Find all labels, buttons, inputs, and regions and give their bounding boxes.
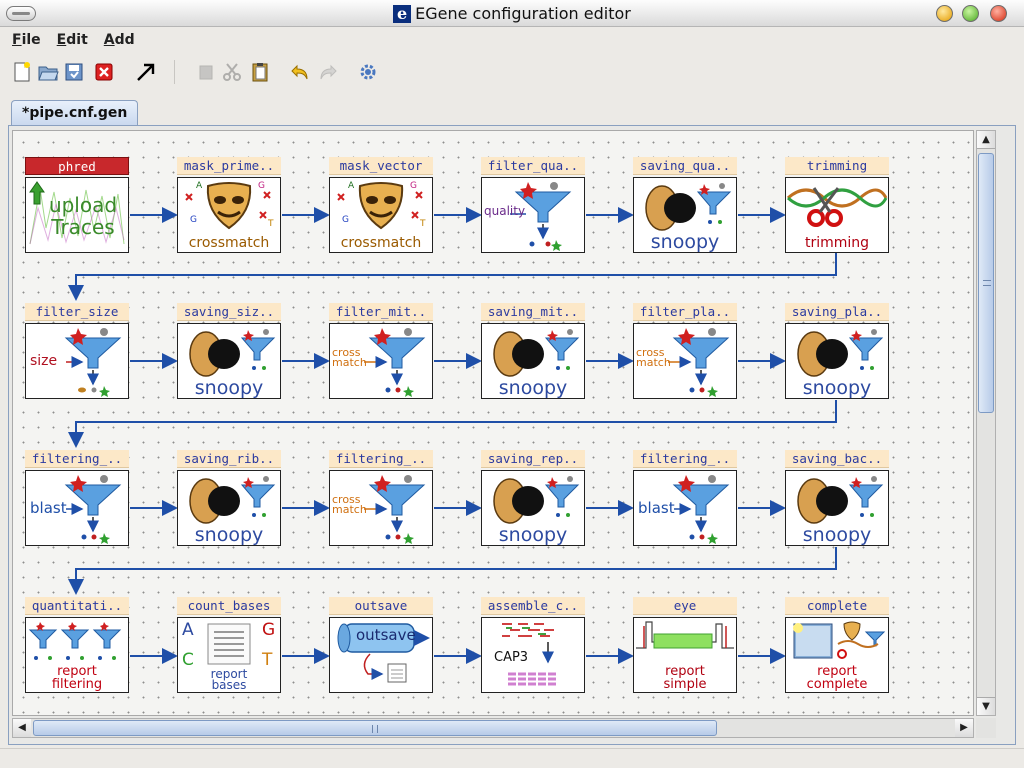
pipeline-node-assemble[interactable]: assemble_c.. CAP3 xyxy=(481,597,585,694)
vertical-scrollbar[interactable]: ▲ ▼ xyxy=(976,130,996,716)
pipeline-node-phred[interactable]: phred upload Traces xyxy=(25,157,129,254)
svg-text:T: T xyxy=(419,219,426,229)
pipeline-node-filtering-bacterial[interactable]: filtering_.. blast xyxy=(633,450,737,547)
title-bar: e EGene configuration editor xyxy=(0,0,1024,27)
undo-icon[interactable] xyxy=(288,60,312,84)
copy-icon[interactable] xyxy=(194,60,218,84)
horizontal-scrollbar[interactable]: ◀ ▶ xyxy=(12,718,974,738)
svg-text:A: A xyxy=(348,181,355,191)
pipeline-node-trimming[interactable]: trimming trimming xyxy=(785,157,889,254)
svg-text:A: A xyxy=(196,181,203,191)
connector xyxy=(68,253,837,301)
menu-bar: File Edit Add xyxy=(0,28,1024,52)
tab-pipe-file[interactable]: *pipe.cnf.gen xyxy=(11,100,139,126)
svg-text:G: G xyxy=(410,181,417,191)
connector xyxy=(68,547,837,595)
minimize-button[interactable] xyxy=(936,5,953,22)
paste-icon[interactable] xyxy=(248,60,272,84)
pipeline-node-filtering-ribosomal[interactable]: filtering_.. blast xyxy=(25,450,129,547)
maximize-button[interactable] xyxy=(962,5,979,22)
svg-text:G: G xyxy=(190,215,197,225)
pipeline-node-saving-bac[interactable]: saving_bac.. snoopy xyxy=(785,450,889,547)
pipeline-node-saving-mit[interactable]: saving_mit.. snoopy xyxy=(481,303,585,400)
settings-icon[interactable] xyxy=(356,60,380,84)
scroll-up-arrow-icon[interactable]: ▲ xyxy=(977,131,995,149)
pipeline-node-filtering-repeats[interactable]: filtering_.. cross match xyxy=(329,450,433,547)
scroll-left-arrow-icon[interactable]: ◀ xyxy=(13,719,31,737)
pipeline-node-mask-primer[interactable]: mask_prime.. AG GT crossmatch xyxy=(177,157,281,254)
pipeline-node-saving-pla[interactable]: saving_pla.. snoopy xyxy=(785,303,889,400)
pipeline-canvas[interactable]: phred upload Traces mask_prime.. AG GT c… xyxy=(12,130,974,716)
tab-strip: *pipe.cnf.gen xyxy=(8,98,1016,126)
pipeline-node-mask-vector[interactable]: mask_vector AG GT crossmatch xyxy=(329,157,433,254)
app-icon: e xyxy=(393,4,412,23)
open-folder-icon[interactable] xyxy=(36,60,60,84)
pipeline-node-saving-quality[interactable]: saving_qua.. snoopy xyxy=(633,157,737,254)
window-title: EGene configuration editor xyxy=(415,4,631,23)
pipeline-node-complete[interactable]: complete report complete xyxy=(785,597,889,694)
close-icon[interactable] xyxy=(92,60,116,84)
pipeline-node-saving-size[interactable]: saving_siz.. snoopy xyxy=(177,303,281,400)
status-bar xyxy=(0,748,1024,768)
redo-icon[interactable] xyxy=(316,60,340,84)
scroll-right-arrow-icon[interactable]: ▶ xyxy=(955,719,973,737)
pipeline-node-filter-pla[interactable]: filter_pla.. cross match xyxy=(633,303,737,400)
pipeline-node-count-bases[interactable]: count_bases A G C T report bases xyxy=(177,597,281,694)
select-arrow-icon[interactable] xyxy=(134,60,158,84)
connector xyxy=(68,400,837,448)
pipeline-node-outsave[interactable]: outsave outsave xyxy=(329,597,433,694)
pipeline-node-filter-mit[interactable]: filter_mit.. cross match xyxy=(329,303,433,400)
save-icon[interactable] xyxy=(62,60,86,84)
pipeline-node-eye[interactable]: eye report simple xyxy=(633,597,737,694)
pipeline-node-filter-quality[interactable]: filter_qua.. quality xyxy=(481,157,585,254)
new-file-icon[interactable] xyxy=(10,60,34,84)
horizontal-scroll-thumb[interactable] xyxy=(33,720,717,736)
menu-file[interactable]: File xyxy=(12,32,41,48)
pipeline-node-saving-rib[interactable]: saving_rib.. snoopy xyxy=(177,450,281,547)
cut-icon[interactable] xyxy=(220,60,244,84)
pipeline-node-quantitative[interactable]: quantitati.. report filtering xyxy=(25,597,129,694)
vertical-scroll-thumb[interactable] xyxy=(978,153,994,413)
svg-text:T: T xyxy=(267,219,274,229)
scroll-down-arrow-icon[interactable]: ▼ xyxy=(977,697,995,715)
menu-edit[interactable]: Edit xyxy=(57,32,88,48)
svg-text:G: G xyxy=(342,215,349,225)
close-window-button[interactable] xyxy=(990,5,1007,22)
menu-add[interactable]: Add xyxy=(104,32,135,48)
pipeline-node-saving-rep[interactable]: saving_rep.. snoopy xyxy=(481,450,585,547)
pipeline-node-filter-size[interactable]: filter_size size xyxy=(25,303,129,400)
toolbar xyxy=(4,56,1020,90)
svg-text:G: G xyxy=(258,181,265,191)
